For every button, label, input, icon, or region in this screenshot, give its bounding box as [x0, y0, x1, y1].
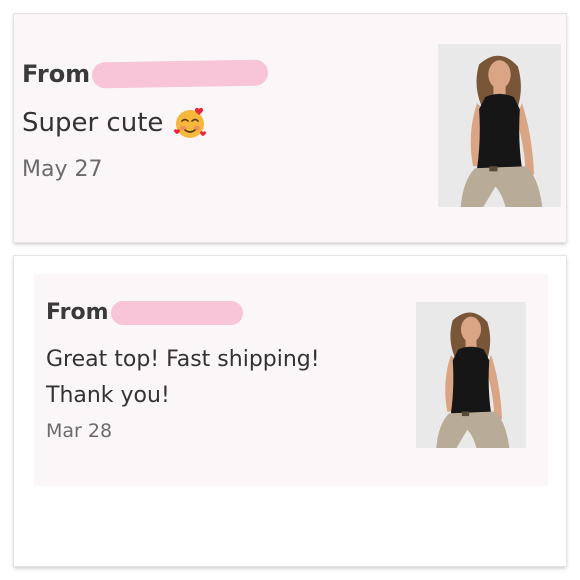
product-photo[interactable]: [416, 302, 526, 448]
review-card: From Great top! Fast shipping! Thank you…: [34, 274, 548, 486]
review-date: Mar 28: [46, 420, 113, 442]
product-photo[interactable]: [438, 44, 561, 207]
review-screenshot-1: From Super cute May 27: [14, 14, 566, 242]
review-sender: From: [46, 300, 243, 325]
model-in-black-top-image: [416, 302, 526, 448]
from-label: From: [46, 300, 109, 325]
redacted-username: [91, 59, 269, 89]
smiling-face-with-hearts-icon: [174, 107, 207, 138]
review-message: Great top! Fast shipping! Thank you!: [46, 347, 320, 408]
review-card: From Super cute May 27: [14, 14, 566, 242]
review-text: Super cute: [22, 108, 164, 138]
redacted-username: [110, 300, 243, 325]
from-label: From: [22, 60, 91, 88]
review-message: Super cute: [22, 106, 207, 140]
review-date: May 27: [22, 157, 103, 182]
review-sender: From: [22, 59, 269, 89]
review-screenshot-2: From Great top! Fast shipping! Thank you…: [14, 256, 566, 566]
model-in-black-top-image: [438, 44, 561, 207]
